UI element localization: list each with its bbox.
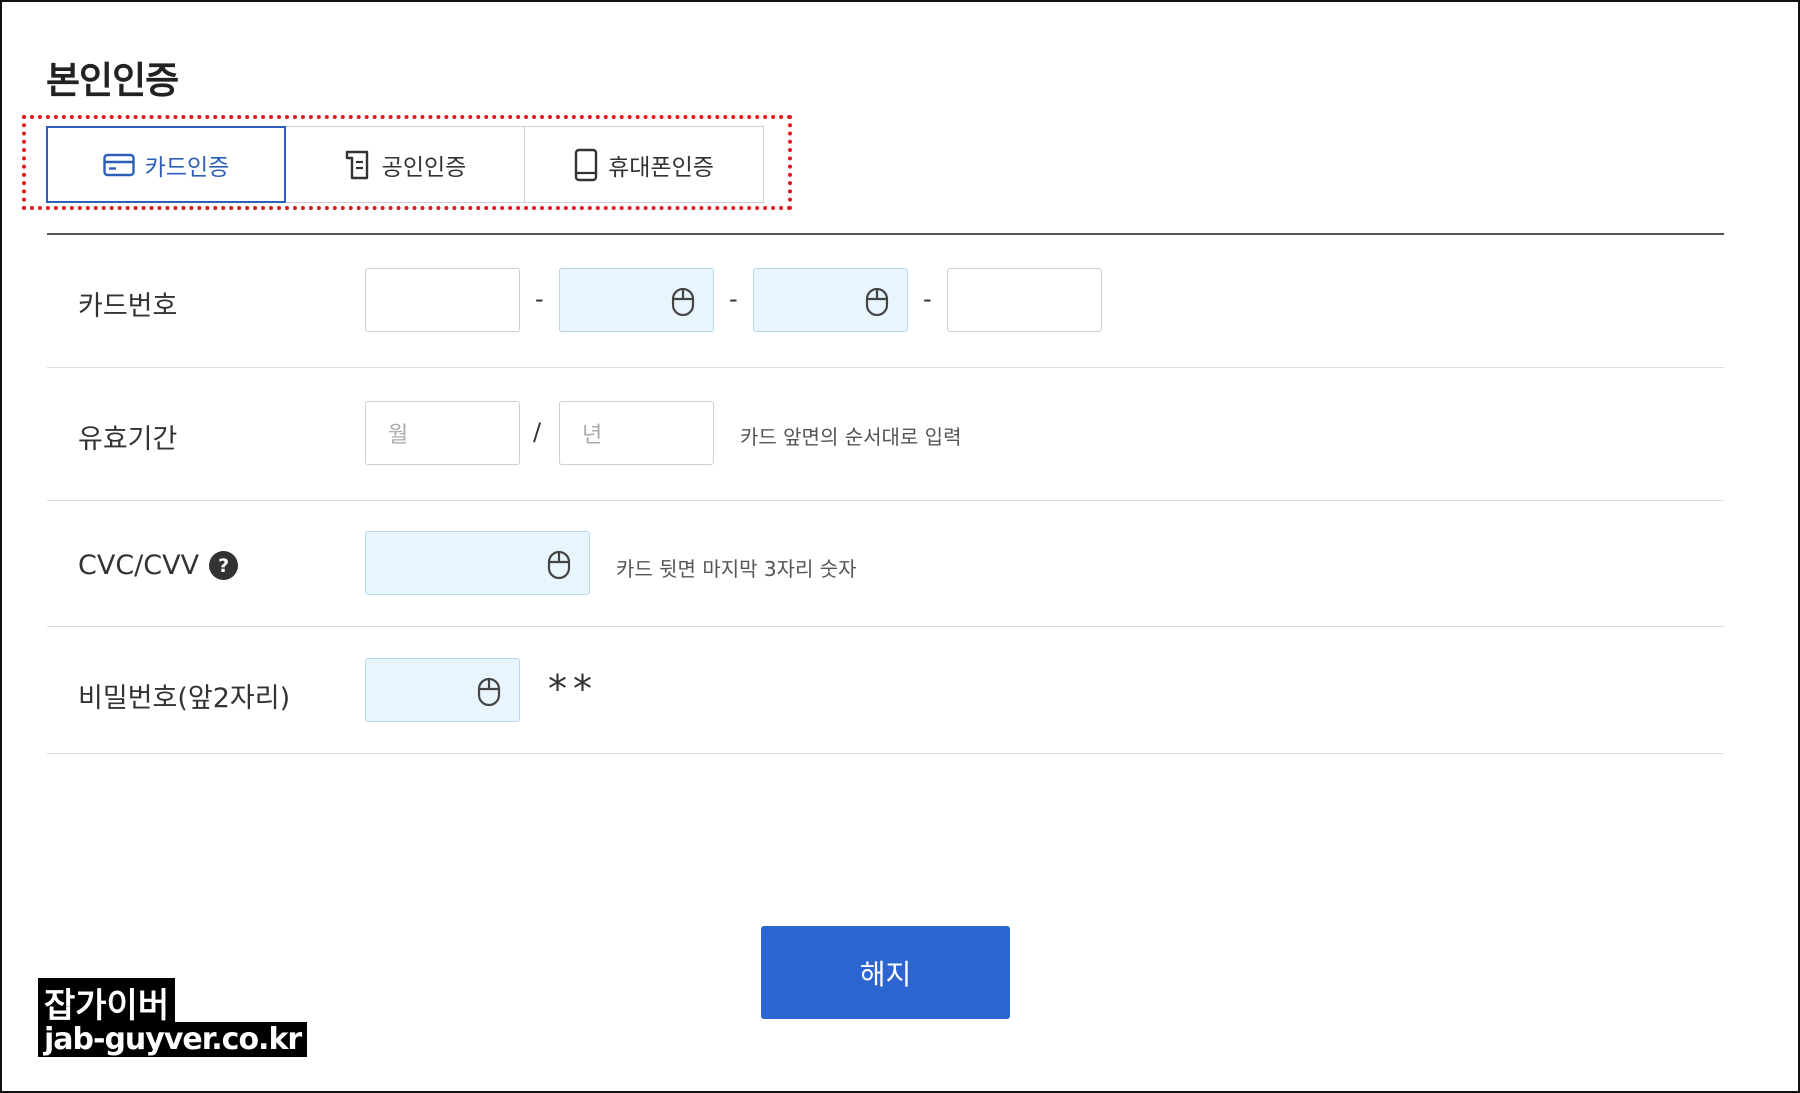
auth-method-tabs: 카드인증 공인인증 휴대폰인증: [46, 126, 764, 203]
row-card-number: 카드번호 - - -: [47, 235, 1724, 368]
mobile-phone-icon: [574, 148, 598, 182]
password-field[interactable]: [365, 658, 520, 722]
credit-card-icon: [102, 153, 135, 177]
cvc-field[interactable]: [365, 531, 590, 595]
expiry-year-field[interactable]: 년: [559, 401, 714, 465]
row-cvc: CVC/CVV ? 카드 뒷면 마지막 3자리 숫자: [47, 501, 1724, 627]
card-number-field-3[interactable]: [753, 268, 908, 332]
row-password: 비밀번호(앞2자리) **: [47, 627, 1724, 754]
expiry-year-placeholder: 년: [582, 423, 603, 448]
tab-certificate-auth[interactable]: 공인인증: [285, 126, 525, 203]
secure-keypad-mouse-icon[interactable]: [865, 287, 889, 323]
watermark-url: jab-guyver.co.kr: [38, 1022, 308, 1057]
card-number-field-1[interactable]: [365, 268, 520, 332]
cancel-button[interactable]: 해지: [761, 926, 1010, 1019]
card-number-label: 카드번호: [78, 291, 178, 322]
expiry-month-placeholder: 월: [388, 423, 409, 448]
tab-mobile-auth-label: 휴대폰인증: [608, 154, 714, 181]
expiry-separator: /: [533, 418, 542, 446]
tab-card-auth[interactable]: 카드인증: [46, 126, 286, 203]
help-icon[interactable]: ?: [209, 551, 239, 580]
password-label: 비밀번호(앞2자리): [78, 683, 291, 714]
cvc-hint: 카드 뒷면 마지막 3자리 숫자: [616, 557, 857, 581]
secure-keypad-mouse-icon[interactable]: [547, 550, 571, 586]
card-number-field-2[interactable]: [559, 268, 714, 332]
secure-keypad-mouse-icon[interactable]: [671, 287, 695, 323]
certificate-icon: [344, 149, 372, 181]
page-title: 본인인증: [46, 59, 179, 102]
tab-mobile-auth[interactable]: 휴대폰인증: [524, 126, 764, 203]
password-masked-suffix: **: [548, 667, 598, 711]
card-number-separator-1: -: [535, 285, 544, 313]
expiry-hint: 카드 앞면의 순서대로 입력: [740, 425, 962, 449]
cvc-label-group: CVC/CVV ?: [78, 550, 239, 581]
row-expiry: 유효기간 월 / 년 카드 앞면의 순서대로 입력: [47, 368, 1724, 501]
secure-keypad-mouse-icon[interactable]: [477, 677, 501, 713]
card-number-separator-3: -: [923, 285, 932, 313]
card-number-field-4[interactable]: [947, 268, 1102, 332]
card-number-separator-2: -: [729, 285, 738, 313]
tab-card-auth-label: 카드인증: [144, 154, 230, 181]
expiry-month-field[interactable]: 월: [365, 401, 520, 465]
expiry-label: 유효기간: [78, 424, 178, 455]
cvc-label: CVC/CVV: [78, 550, 200, 581]
tab-certificate-auth-label: 공인인증: [381, 154, 467, 181]
watermark-name: 잡가이버: [38, 978, 176, 1027]
